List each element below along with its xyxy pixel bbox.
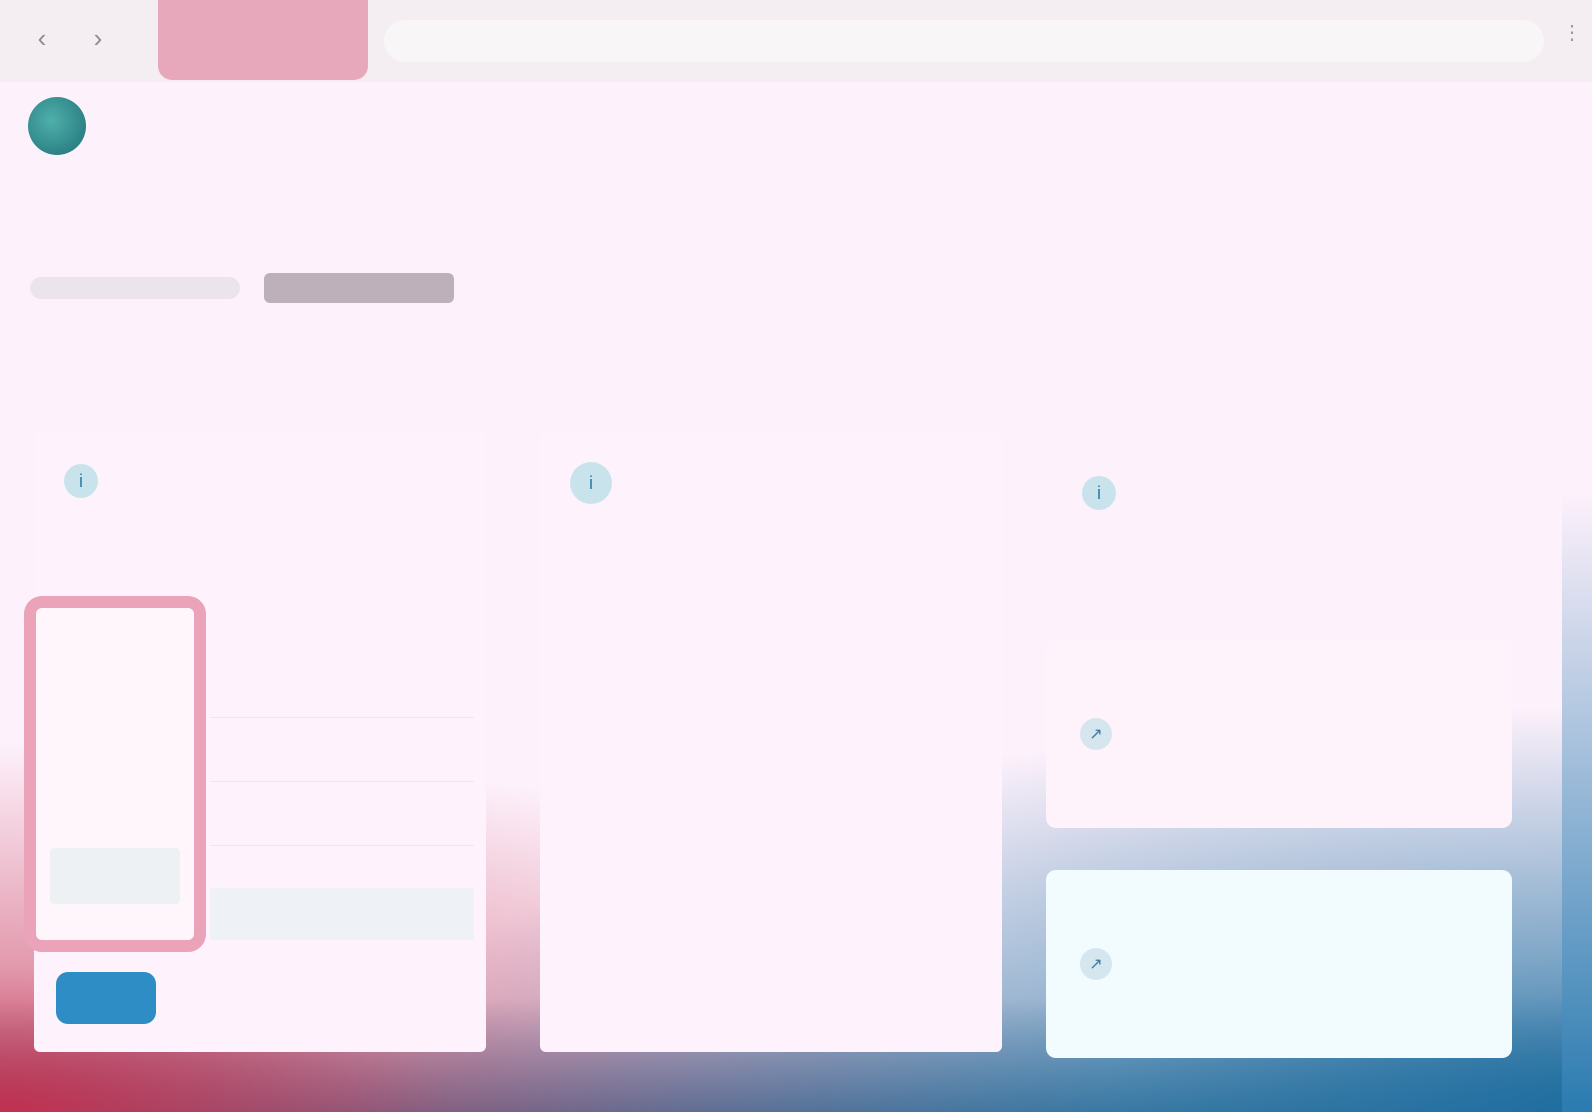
- list-row[interactable]: [210, 730, 474, 782]
- panel-second: i: [540, 432, 1002, 1052]
- breadcrumb-current: [264, 273, 454, 303]
- panel-header: i: [570, 462, 868, 504]
- link-icon: ↗: [1080, 948, 1112, 980]
- right-edge-gradient: [1562, 82, 1592, 1112]
- list-row[interactable]: [210, 794, 474, 846]
- info-icon: i: [1082, 476, 1116, 510]
- option-item-selected[interactable]: [50, 848, 180, 904]
- breadcrumb: [30, 266, 454, 310]
- vertical-dots-icon[interactable]: ⋮: [1562, 20, 1586, 60]
- logo-icon[interactable]: [28, 97, 86, 155]
- option-item[interactable]: [50, 700, 180, 756]
- link-icon: ↗: [1080, 718, 1112, 750]
- address-bar[interactable]: [384, 20, 1544, 62]
- chevron-left-icon[interactable]: ‹: [22, 18, 62, 58]
- option-item[interactable]: [50, 774, 180, 830]
- option-card[interactable]: ↗: [1046, 640, 1512, 828]
- info-icon: i: [570, 462, 612, 504]
- browser-tab[interactable]: [158, 0, 368, 80]
- list-row-highlighted[interactable]: [210, 888, 474, 940]
- primary-button[interactable]: [56, 972, 156, 1024]
- panel-title: [114, 469, 354, 493]
- panel-header: i: [64, 464, 354, 498]
- option-card[interactable]: ↗: [1046, 870, 1512, 1058]
- option-item[interactable]: [50, 626, 180, 682]
- list-row[interactable]: [210, 666, 474, 718]
- breadcrumb-parent[interactable]: [30, 277, 240, 299]
- info-icon: i: [64, 464, 98, 498]
- browser-toolbar: ‹ › ⋮: [0, 0, 1592, 82]
- app-header: [28, 94, 250, 158]
- chevron-right-icon[interactable]: ›: [78, 18, 118, 58]
- panel-title: [1132, 481, 1372, 505]
- panel-title: [628, 471, 868, 495]
- card-label: [1130, 722, 1290, 746]
- card-label: [1130, 952, 1290, 976]
- panel-header: i: [1082, 476, 1372, 510]
- option-list: [24, 596, 206, 952]
